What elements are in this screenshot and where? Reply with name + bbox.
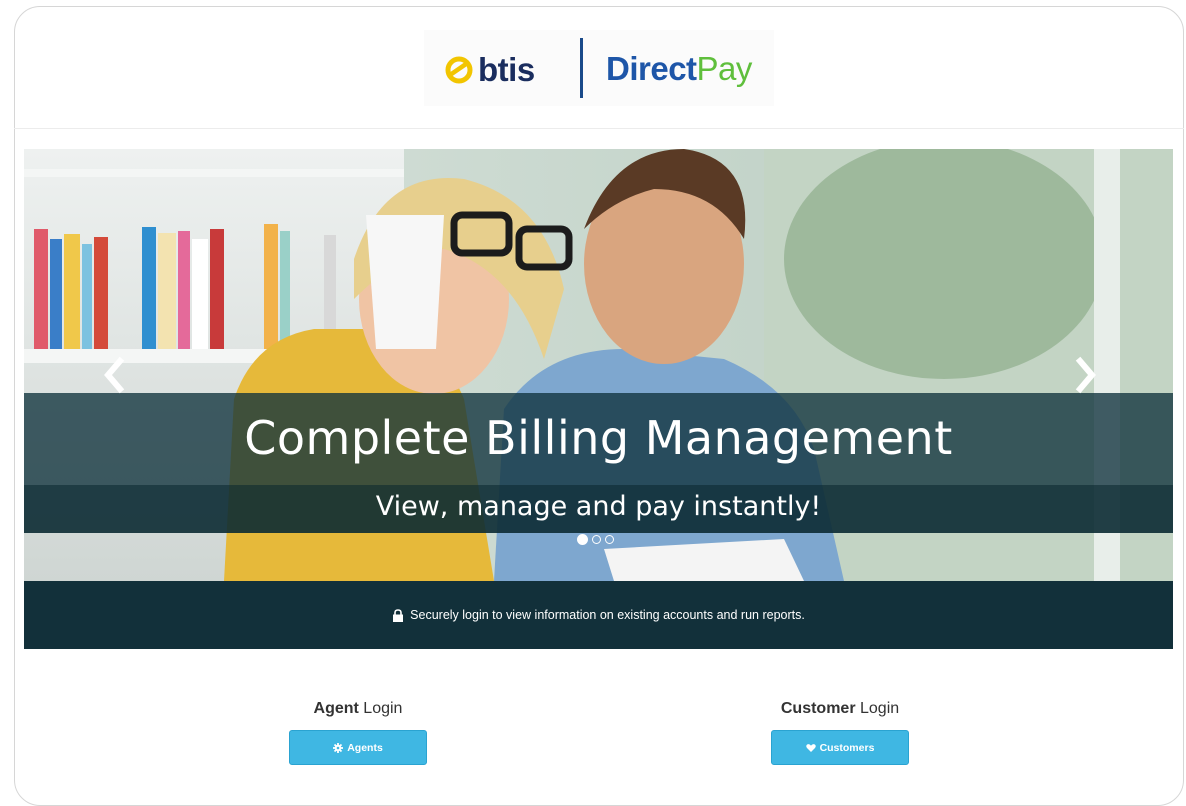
btis-logo: btis bbox=[444, 50, 535, 90]
carousel-next-button[interactable] bbox=[1070, 355, 1100, 395]
chevron-right-icon bbox=[1075, 356, 1096, 394]
gear-icon bbox=[333, 742, 344, 753]
directpay-direct-text: Direct bbox=[606, 50, 697, 87]
agent-login-title: Agent Login bbox=[238, 700, 478, 720]
hero-carousel: Complete Billing Management View, manage… bbox=[24, 149, 1173, 581]
carousel-indicator-2[interactable] bbox=[592, 535, 601, 544]
btis-mark-icon bbox=[445, 56, 473, 84]
carousel-indicators bbox=[577, 534, 614, 545]
directpay-wordmark: DirectPay bbox=[606, 50, 752, 88]
heart-icon bbox=[805, 743, 816, 752]
agents-button-label: Agents bbox=[347, 741, 383, 754]
carousel-indicator-3[interactable] bbox=[605, 535, 614, 544]
btis-wordmark: btis bbox=[478, 51, 535, 88]
chevron-left-icon bbox=[104, 356, 125, 394]
customers-button-label: Customers bbox=[819, 741, 875, 754]
customer-login-title-bold: Customer bbox=[780, 700, 856, 717]
secure-login-text: Securely login to view information on ex… bbox=[410, 608, 805, 622]
carousel-prev-button[interactable] bbox=[100, 355, 130, 395]
carousel-subtitle: View, manage and pay instantly! bbox=[375, 491, 822, 522]
agents-login-button[interactable]: Agents bbox=[289, 730, 427, 765]
customer-login-section: Customer Login Customers bbox=[720, 700, 960, 765]
brand-logo[interactable]: btis DirectPay bbox=[424, 30, 774, 106]
customer-login-title: Customer Login bbox=[720, 700, 960, 720]
lock-icon bbox=[393, 608, 404, 622]
carousel-title: Complete Billing Management bbox=[244, 411, 953, 465]
agent-login-title-bold: Agent bbox=[313, 700, 359, 717]
directpay-pay-text: Pay bbox=[696, 50, 753, 87]
secure-login-banner: Securely login to view information on ex… bbox=[24, 581, 1173, 649]
logo-divider bbox=[580, 38, 583, 98]
page-header: btis DirectPay bbox=[14, 6, 1184, 129]
customers-login-button[interactable]: Customers bbox=[771, 730, 909, 765]
customer-login-title-rest: Login bbox=[855, 700, 900, 717]
carousel-indicator-1[interactable] bbox=[577, 534, 588, 545]
agent-login-title-rest: Login bbox=[358, 700, 403, 717]
agent-login-section: Agent Login Agents bbox=[238, 700, 478, 765]
